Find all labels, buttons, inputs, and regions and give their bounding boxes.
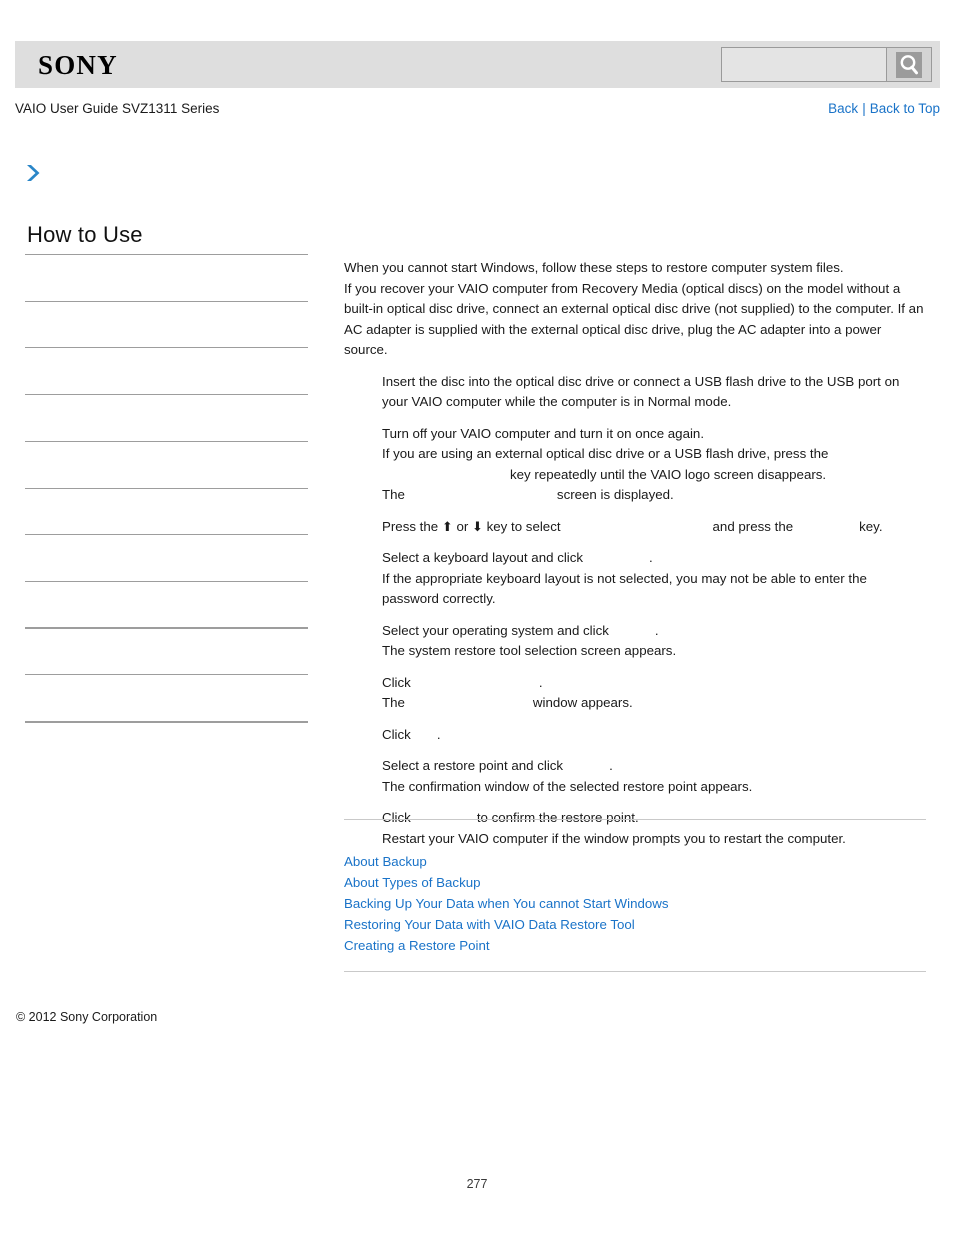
step-text-wrap: Select a keyboard layout and click. (382, 548, 926, 569)
sidebar-item-1[interactable] (25, 255, 308, 301)
step-text: The (382, 695, 405, 710)
step-9: Click to confirm the restore point. Resta… (344, 808, 926, 849)
step-text-wrap: Select your operating system and click. (382, 621, 926, 642)
step-text: If you are using an external optical dis… (382, 446, 829, 461)
intro-line-2: If you recover your VAIO computer from R… (344, 280, 924, 358)
sidebar-title: How to Use (27, 222, 143, 247)
step-text: Select a restore point and click (382, 758, 564, 773)
step-text: The (382, 487, 405, 502)
sidebar-item-6[interactable] (25, 489, 308, 534)
nav-separator: | (862, 101, 866, 116)
step-text: Select your operating system and click (382, 622, 609, 638)
step-text-wrap: The screen is displayed. (382, 485, 926, 506)
step-6: Click. The window appears. (344, 673, 926, 714)
related-link-restoring-your-data[interactable]: Restoring Your Data with VAIO Data Resto… (344, 914, 926, 935)
step-text: . (436, 726, 441, 742)
step-text: window appears. (532, 695, 633, 710)
step-text: Insert the disc into the optical disc dr… (382, 373, 900, 410)
page-number: 277 (466, 1177, 488, 1191)
step-text: The confirmation window of the selected … (382, 778, 753, 794)
step-text: The system restore tool selection screen… (382, 643, 677, 658)
site-header: SONY (15, 41, 940, 88)
article-body: When you cannot start Windows, follow th… (344, 258, 926, 849)
step-text: . (654, 622, 659, 638)
step-text: to confirm the restore point. (476, 810, 639, 825)
step-text: or (456, 518, 469, 534)
step-text: and press the (712, 518, 794, 534)
step-text-wrap: If you are using an external optical dis… (382, 444, 926, 485)
step-text: If the appropriate keyboard layout is no… (382, 570, 867, 607)
step-text-wrap: Click. (382, 673, 926, 694)
sidebar-item-8[interactable] (25, 582, 308, 627)
back-link[interactable]: Back (828, 101, 858, 116)
step-5: Select your operating system and click. … (344, 621, 926, 662)
step-text: Click (382, 674, 411, 690)
step-1: Insert the disc into the optical disc dr… (344, 372, 926, 413)
step-text: . (538, 674, 543, 690)
step-text: . (649, 550, 653, 565)
search-box (721, 47, 932, 82)
subheader: VAIO User Guide SVZ1311 Series Back | Back… (15, 101, 940, 121)
step-text: Click (382, 726, 411, 742)
sidebar-item-10[interactable] (25, 675, 308, 721)
step-text: . (609, 758, 613, 773)
content-divider-top (344, 819, 926, 820)
related-link-about-types-of-backup[interactable]: About Types of Backup (344, 872, 926, 893)
header-nav-links: Back | Back to Top (828, 101, 940, 116)
search-input[interactable] (721, 47, 886, 82)
sidebar: How to Use (25, 222, 308, 723)
step-text: key repeatedly until the VAIO logo scree… (510, 466, 827, 482)
step-text: Press the (382, 518, 439, 534)
guide-title: VAIO User Guide SVZ1311 Series (15, 101, 220, 116)
step-4: Select a keyboard layout and click. If t… (344, 548, 926, 610)
search-icon (896, 51, 922, 78)
sidebar-item-5[interactable] (25, 442, 308, 488)
related-topics-list: About Backup About Types of Backup Backi… (344, 851, 926, 956)
step-text-wrap: The window appears. (382, 693, 926, 714)
intro-paragraphs: When you cannot start Windows, follow th… (344, 258, 926, 361)
sidebar-item-9[interactable] (25, 629, 308, 674)
step-7: Click. (344, 725, 926, 746)
intro-line-1: When you cannot start Windows, follow th… (344, 260, 844, 275)
sidebar-item-4[interactable] (25, 395, 308, 441)
procedure-steps: Insert the disc into the optical disc dr… (344, 372, 926, 850)
back-to-top-link[interactable]: Back to Top (870, 101, 940, 116)
down-arrow-icon: ⬇ (472, 519, 483, 535)
step-3: Press the ⬆ or ⬇ key to select and press … (344, 517, 926, 538)
sony-logo: SONY (38, 50, 118, 80)
sidebar-divider (25, 721, 308, 723)
step-text: Turn off your VAIO computer and turn it … (382, 425, 705, 441)
chevron-right-icon[interactable] (23, 162, 45, 184)
step-text: screen is displayed. (556, 487, 674, 502)
step-8: Select a restore point and click. The co… (344, 756, 926, 797)
step-2: Turn off your VAIO computer and turn it … (344, 424, 926, 506)
up-arrow-icon: ⬆ (441, 519, 453, 535)
step-text: key. (859, 518, 883, 534)
step-text: Select a keyboard layout and click (382, 550, 584, 565)
related-link-creating-a-restore-point[interactable]: Creating a Restore Point (344, 935, 926, 956)
sidebar-item-2[interactable] (25, 302, 308, 347)
step-text: key to select (486, 518, 561, 534)
sidebar-item-7[interactable] (25, 535, 308, 581)
sidebar-item-3[interactable] (25, 348, 308, 394)
step-text: Restart your VAIO computer if the window… (382, 830, 846, 846)
related-link-backing-up-your-data[interactable]: Backing Up Your Data when You cannot Sta… (344, 893, 926, 914)
content-divider-bottom (344, 971, 926, 972)
related-link-about-backup[interactable]: About Backup (344, 851, 926, 872)
step-text-wrap: Click. (382, 725, 926, 746)
step-text: Click (382, 810, 411, 825)
copyright-notice: © 2012 Sony Corporation (16, 1010, 158, 1024)
step-text-wrap: Press the ⬆ or ⬇ key to select and press … (382, 517, 926, 538)
step-text-wrap: Select a restore point and click. (382, 756, 926, 777)
search-button[interactable] (886, 47, 932, 82)
